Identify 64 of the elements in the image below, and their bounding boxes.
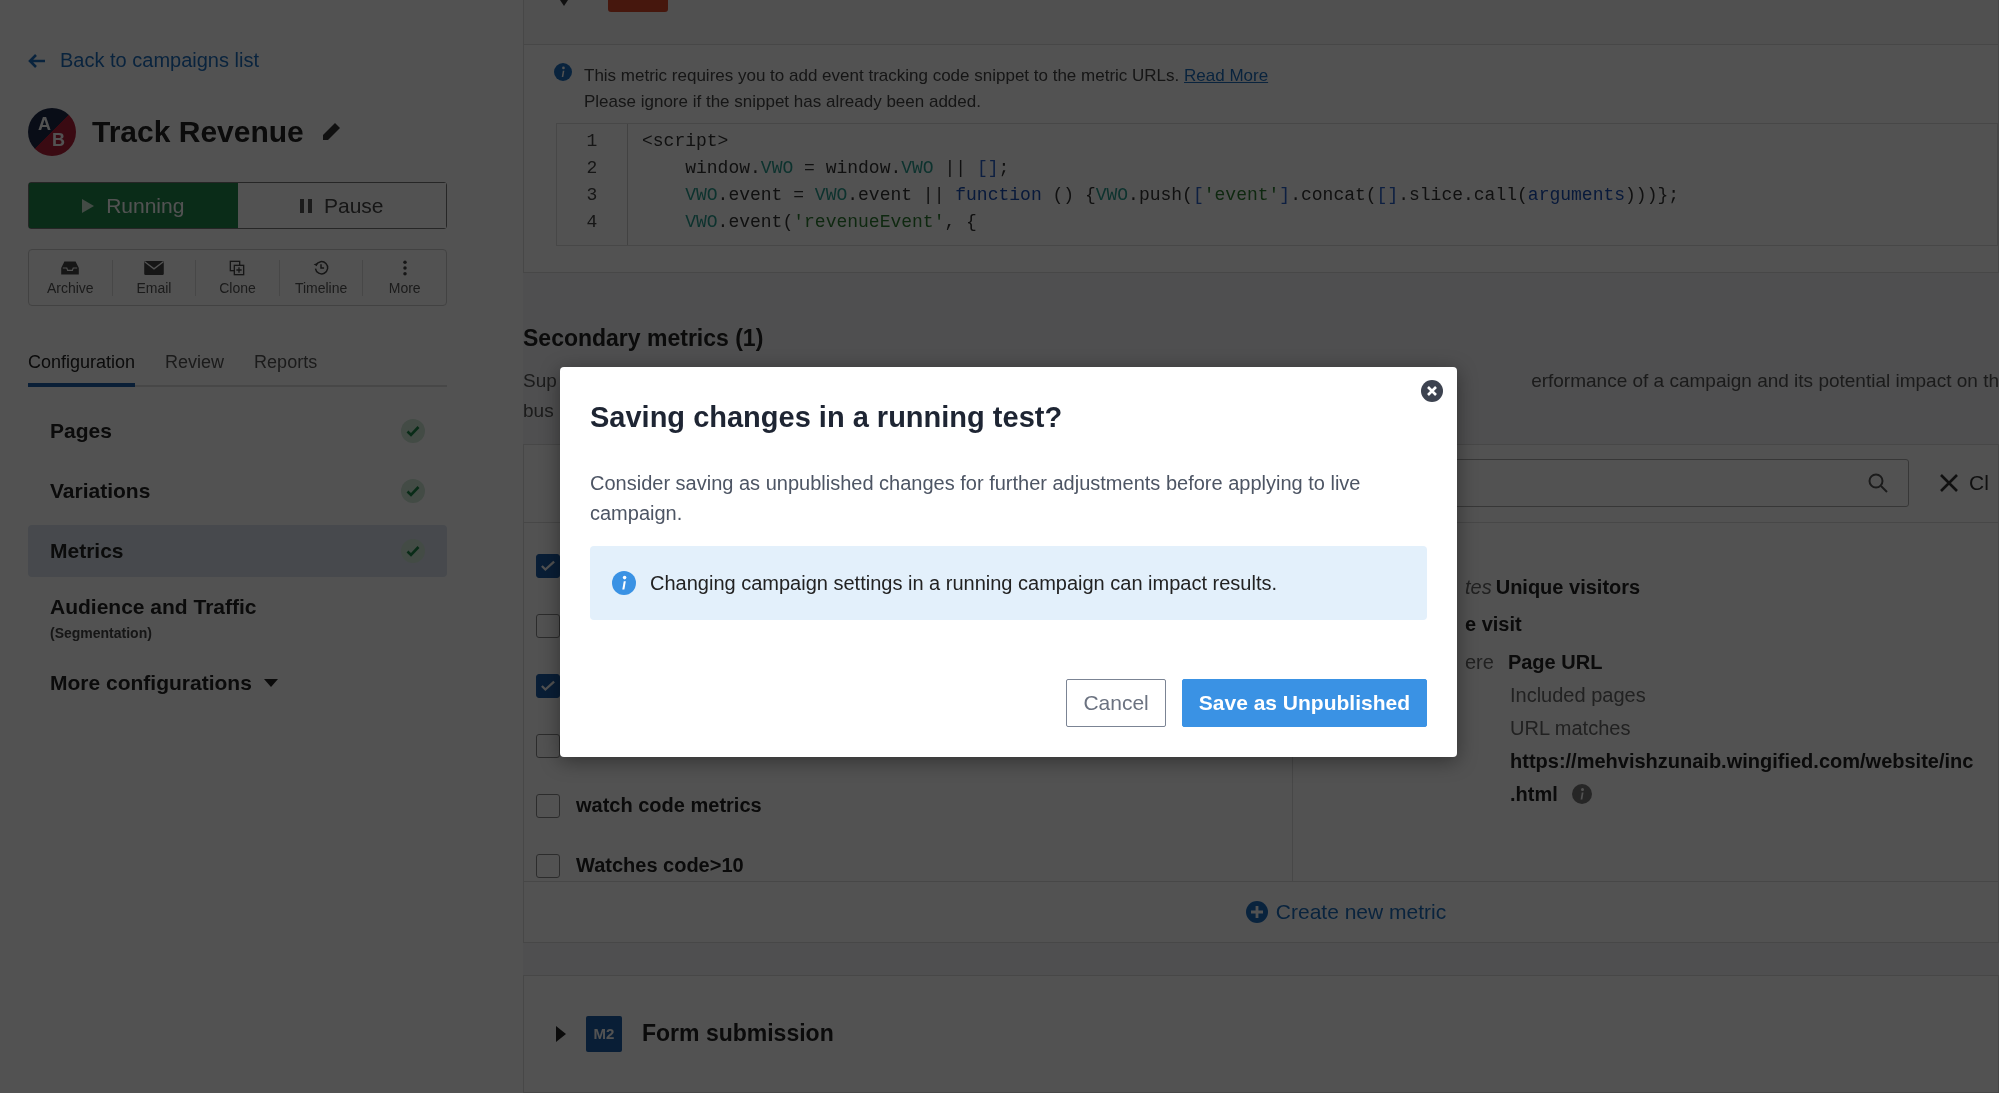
nav-item[interactable]: Audience and Traffic (Segmentation) <box>28 585 447 657</box>
nav-item[interactable]: Variations <box>28 465 447 517</box>
more-configurations-dropdown[interactable]: More configurations <box>50 671 278 695</box>
detail-value: Page URL <box>1507 650 1603 674</box>
metric-badge <box>608 0 668 12</box>
checkmark-icon <box>541 679 555 692</box>
close-button[interactable] <box>1421 380 1443 402</box>
notice-text: This metric requires you to add event tracking code snippet to the metric URLs. Read More <box>584 65 1269 87</box>
metric-badge: M2 <box>586 1015 622 1052</box>
checkmark-icon <box>541 559 555 572</box>
nav-item[interactable]: Metrics <box>28 525 447 577</box>
info-icon <box>1571 784 1592 805</box>
close-icon <box>1939 473 1959 494</box>
clear-button[interactable]: Cl <box>1939 471 1989 496</box>
metric-card[interactable]: M2 Form submission <box>523 974 1999 1093</box>
checkbox[interactable] <box>536 853 560 878</box>
dialog-message: Consider saving as unpublished changes for further adjustments before applying to live campaign. <box>590 471 1362 526</box>
cancel-button[interactable]: Cancel <box>1066 679 1166 727</box>
checkbox[interactable] <box>536 793 560 818</box>
read-more-link[interactable]: Read More <box>1184 66 1269 85</box>
url-text: .html <box>1510 782 1558 806</box>
caret-right-icon <box>556 1025 566 1042</box>
section-title: Secondary metrics (1) <box>523 324 765 352</box>
line-number: 3 <box>586 184 598 207</box>
caret-right-icon <box>560 0 568 8</box>
kebab-icon <box>401 259 408 276</box>
detail-value: e visit <box>1465 613 1522 637</box>
search-icon <box>1868 473 1888 494</box>
save-button[interactable]: Save as Unpublished <box>1181 679 1427 727</box>
metric-title: Form submission <box>642 1020 834 1048</box>
code-line: VWO.event = VWO.event || function () {VWO.push(['event'].concat([].slice.call(arguments)))}; <box>684 184 1680 207</box>
nav-item[interactable]: Pages <box>28 405 447 457</box>
plus-circle-icon <box>1245 900 1268 923</box>
code-line: <script> <box>642 130 729 153</box>
detail-value: Unique visitors <box>1495 575 1641 599</box>
caret-down-icon <box>263 679 278 687</box>
line-number: 1 <box>586 130 598 153</box>
campaign-avatar: A B <box>28 108 76 156</box>
metric-label: Watches code>10 <box>576 854 744 878</box>
code-line: VWO.event('revenueEvent', { <box>684 211 977 234</box>
tab[interactable]: Configuration <box>28 352 136 387</box>
arrow-left-icon <box>28 52 46 69</box>
close-icon <box>1421 380 1443 402</box>
info-icon <box>554 63 572 81</box>
metric-label: watch code metrics <box>576 794 762 818</box>
pause-icon <box>299 198 312 213</box>
checkbox[interactable] <box>536 553 560 578</box>
create-metric-link[interactable]: Create new metric <box>1075 899 1447 924</box>
code-line: window.VWO = window.VWO || []; <box>684 157 1010 180</box>
back-link[interactable]: Back to campaigns list <box>28 49 259 72</box>
line-number: 2 <box>586 157 598 180</box>
dialog-title: Saving changes in a running test? <box>590 401 1064 434</box>
envelope-icon <box>141 259 166 276</box>
url-text: https://mehvishzunaib.wingified.com/website/inc <box>1510 749 1974 773</box>
campaign-title: Track Revenue <box>92 115 304 149</box>
notice-note: Please ignore if the snippet has already been added. <box>584 91 982 113</box>
status-toggle[interactable]: Running <box>29 183 238 228</box>
line-number: 4 <box>586 211 598 234</box>
play-icon <box>82 198 95 213</box>
checkbox[interactable] <box>536 673 560 698</box>
checkbox[interactable] <box>536 733 560 758</box>
info-icon <box>612 571 636 595</box>
checkbox[interactable] <box>536 613 560 638</box>
alert-text: Changing campaign settings in a running campaign can impact results. <box>650 571 1278 595</box>
